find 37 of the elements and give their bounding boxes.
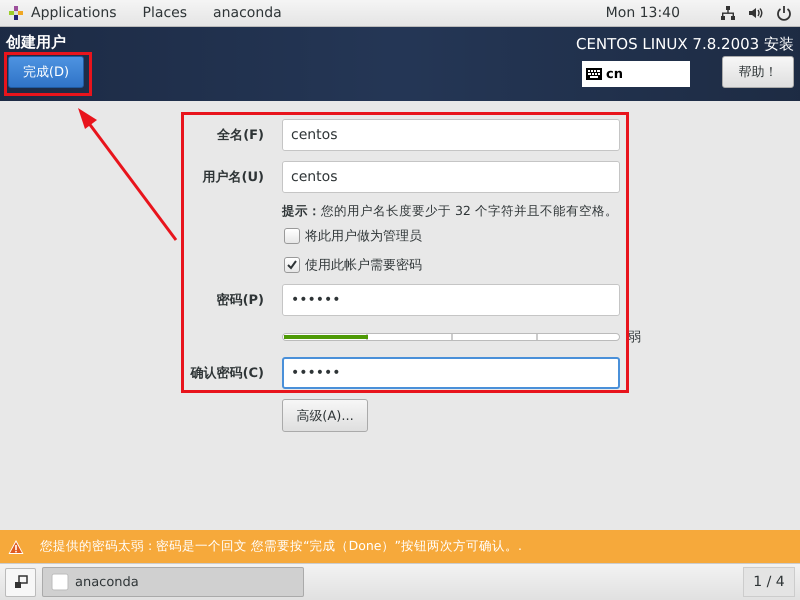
checkbox-label[interactable]: 将此用户做为管理员 [305,227,422,245]
field-label: 全名(F) [216,127,264,144]
power-icon[interactable] [776,5,792,21]
advanced-button[interactable]: 高级(A)... [282,399,368,432]
taskbar-window-button[interactable]: anaconda [42,567,304,597]
show-desktop-button[interactable] [5,568,36,596]
checkbox[interactable] [284,228,300,244]
username-field[interactable]: centos [282,161,620,193]
checkbox-label[interactable]: 使用此帐户需要密码 [305,256,422,274]
field-label: 用户名(U) [201,168,264,186]
top-menu[interactable]: Applications [31,5,117,21]
keyboard-layout-indicator[interactable]: cn [582,61,690,87]
network-icon[interactable] [720,5,736,21]
field-label: 确认密码(C) [189,364,264,382]
full-name-field[interactable]: centos [282,119,620,151]
windows-icon [14,575,28,589]
strength-reading: 弱 [628,329,641,346]
volume-icon[interactable] [748,5,764,21]
flower-logo-icon[interactable] [8,5,24,21]
field-label: 密码(P) [216,292,264,309]
confirm-password-field[interactable]: •••••• [282,357,620,389]
app-icon [51,573,69,591]
checkbox[interactable] [284,257,300,273]
warning-icon [8,538,24,554]
page-title: 创建用户 [6,33,67,52]
clock[interactable]: Mon 13:40 [606,5,680,21]
password-field[interactable]: •••••• [282,284,620,316]
help-button[interactable]: 帮助！ [722,56,794,88]
workspace-indicator[interactable]: 1 / 4 [743,567,795,597]
warning-message: 您提供的密码太弱 : 密码是一个回文 您需要按“完成（Done）”按钮两次方可确认。. [40,538,522,555]
product-title: CENTOS LINUX 7.8.2003 安装 [576,35,794,54]
keyboard-icon [586,68,602,80]
username-hint: 提示：您的用户名长度要少于 32 个字符并且不能有空格。 [282,203,619,220]
top-menu[interactable]: Places [142,5,188,21]
layout-code: cn [606,66,623,82]
done-button[interactable]: 完成(D) [8,56,84,88]
top-menu[interactable]: anaconda [213,5,282,21]
